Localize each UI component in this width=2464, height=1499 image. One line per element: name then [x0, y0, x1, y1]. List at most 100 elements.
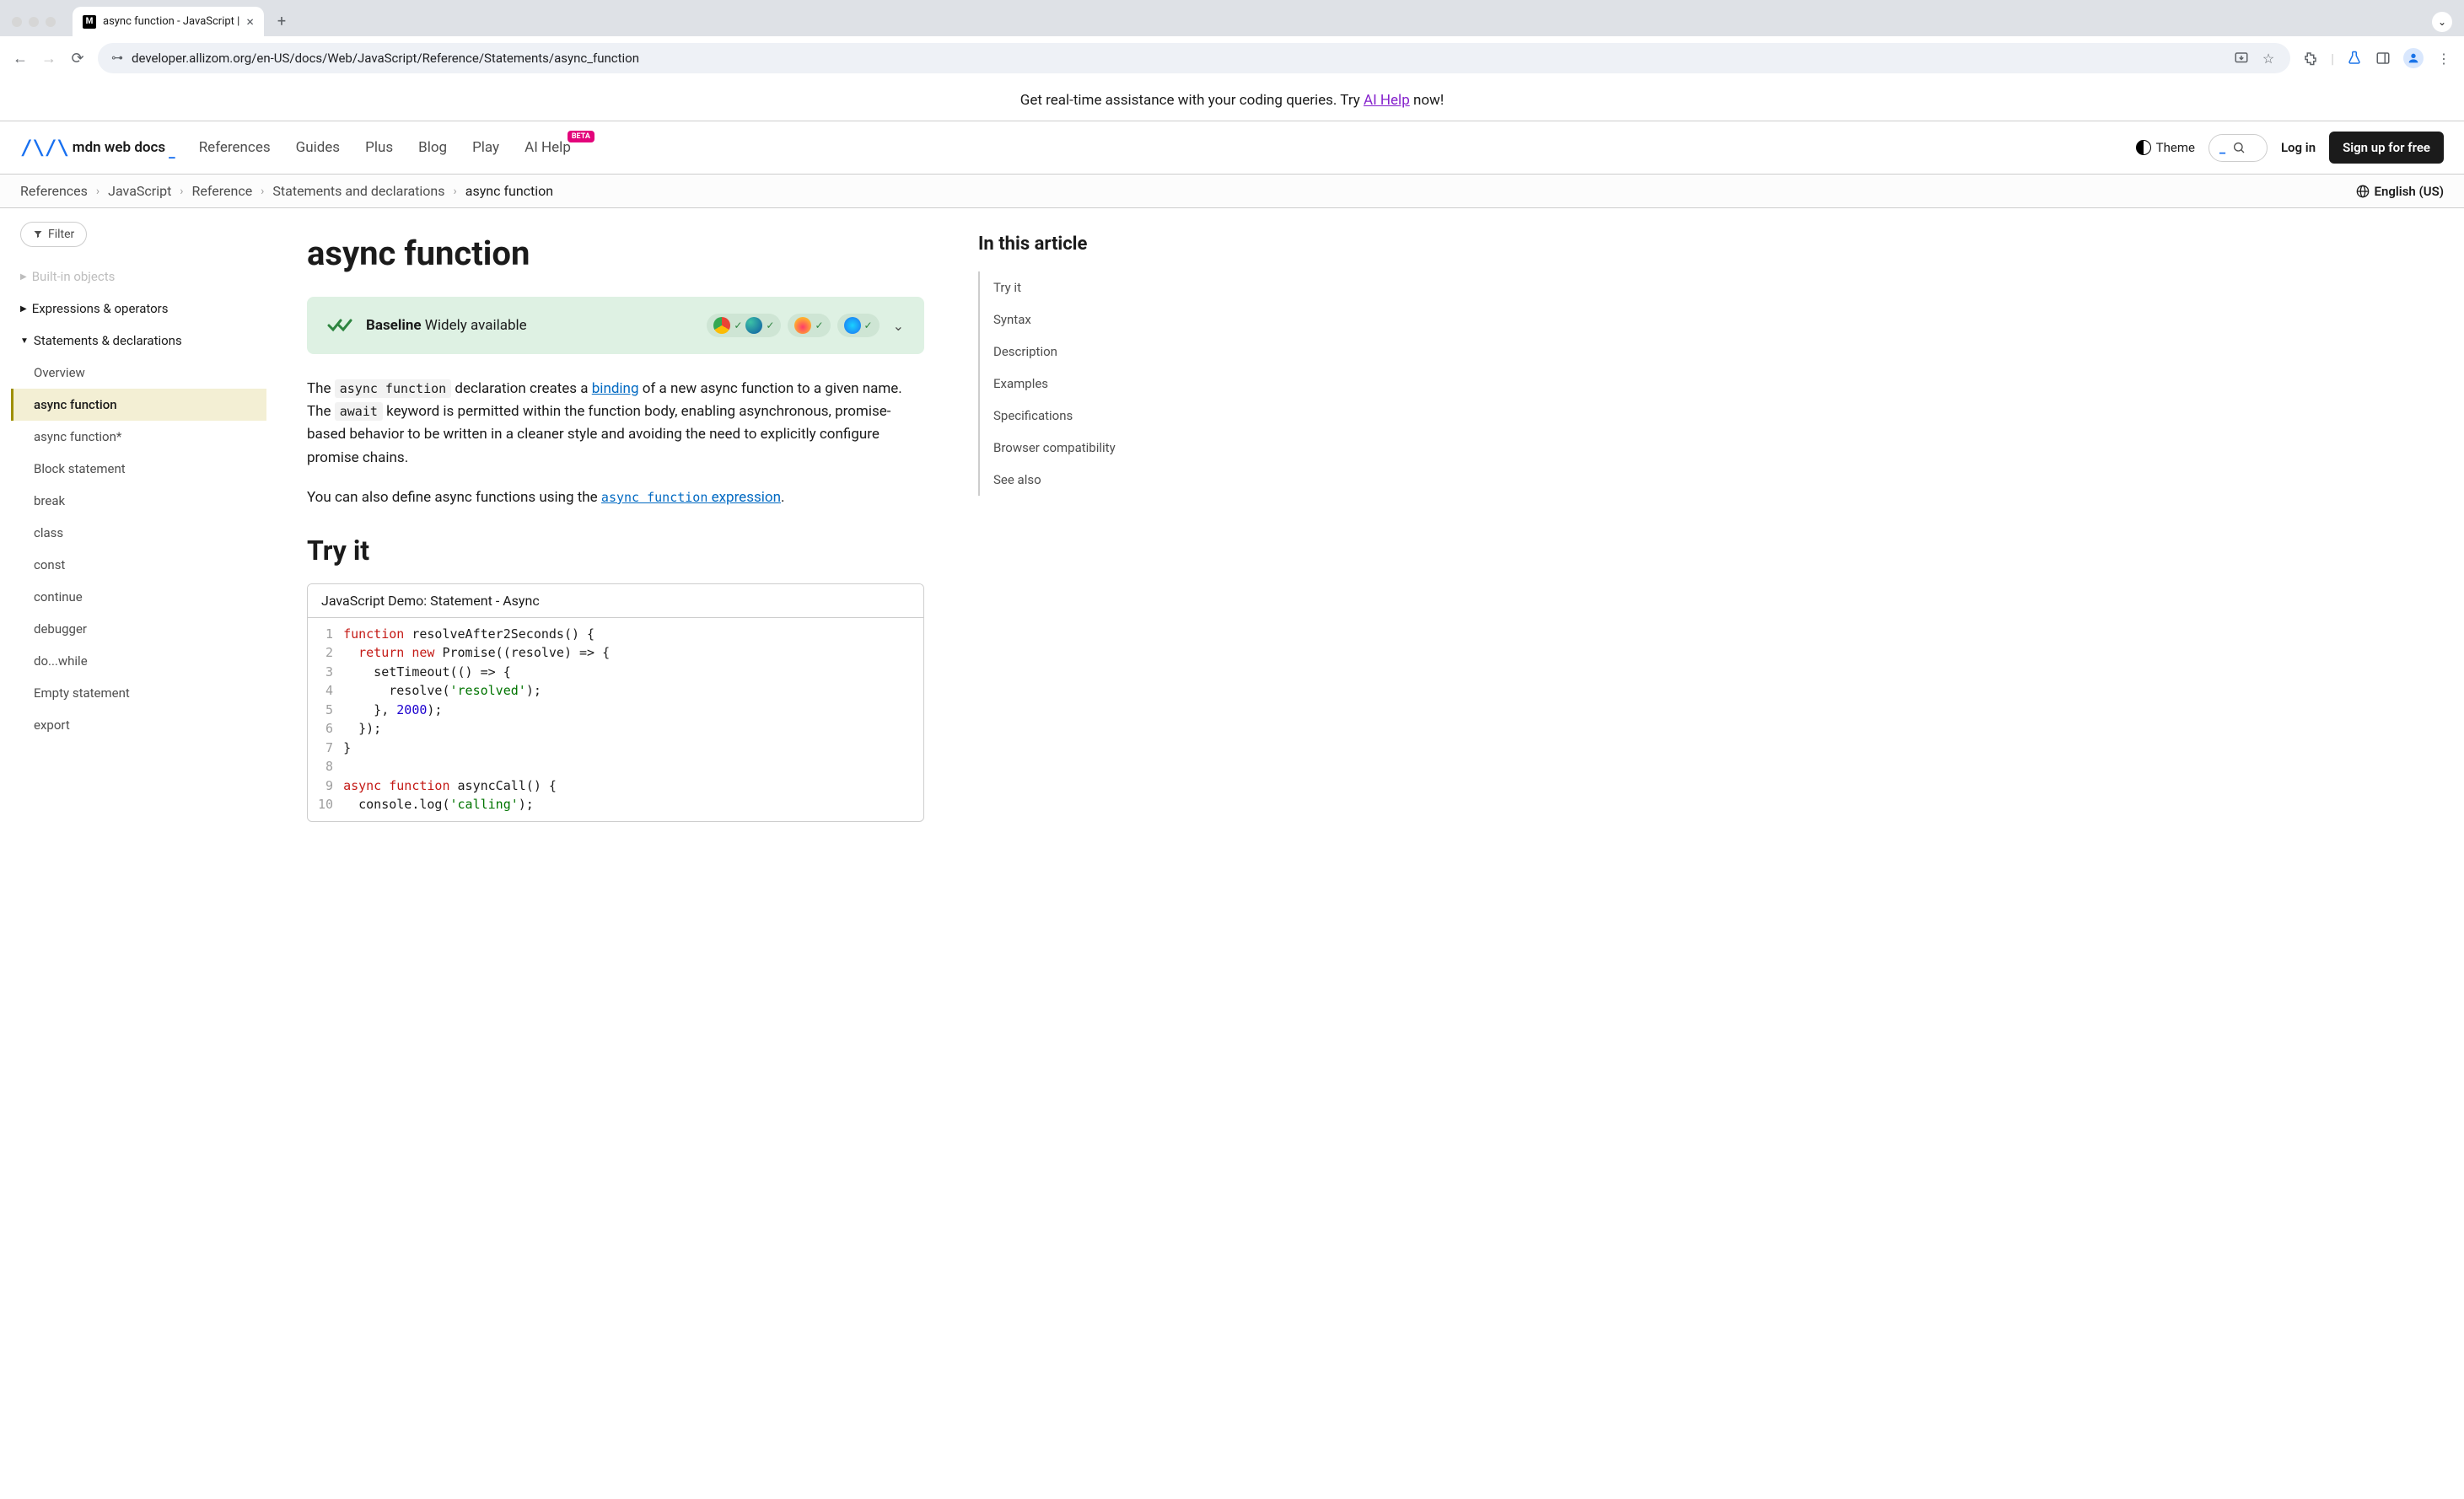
sidebar-item-overview[interactable]: Overview [20, 357, 270, 389]
toc-description[interactable]: Description [993, 336, 1181, 368]
new-tab-button[interactable]: + [271, 9, 293, 34]
chevron-right-icon: › [180, 185, 183, 198]
theme-toggle[interactable]: Theme [2136, 140, 2195, 155]
search-icon [2232, 141, 2246, 154]
chrome-menu-icon[interactable]: ⋮ [2435, 50, 2452, 67]
banner-link[interactable]: AI Help [1364, 92, 1410, 109]
check-icon: ✓ [864, 320, 873, 331]
triangle-right-icon: ▶ [20, 272, 27, 282]
mdn-logo[interactable]: /\/\ mdn web docs _ [20, 136, 175, 159]
breadcrumb-statements[interactable]: Statements and declarations [272, 183, 444, 199]
article-content: async function Baseline Widely available… [270, 208, 961, 847]
window-controls [12, 17, 56, 27]
safari-support-pill: ✓ [837, 314, 880, 337]
toc-browser-compat[interactable]: Browser compatibility [993, 432, 1181, 464]
browser-tab[interactable]: M async function - JavaScript | × [73, 7, 264, 36]
toc-tryit[interactable]: Try it [993, 271, 1181, 304]
toc-specifications[interactable]: Specifications [993, 400, 1181, 432]
tabs-dropdown-icon[interactable]: ⌄ [2432, 12, 2452, 32]
main-layout: Filter ▶ Built-in objects ▶ Expressions … [0, 208, 2464, 847]
breadcrumb-reference[interactable]: Reference [192, 183, 253, 199]
toc-see-also[interactable]: See also [993, 464, 1181, 496]
sidebar-item-debugger[interactable]: debugger [20, 613, 270, 645]
site-settings-icon[interactable]: ⊶ [111, 51, 123, 65]
mdn-logo-underscore: _ [169, 144, 175, 161]
close-window-icon[interactable] [12, 17, 22, 27]
sidebar-group-expressions[interactable]: ▶ Expressions & operators [20, 293, 270, 325]
login-link[interactable]: Log in [2281, 140, 2316, 155]
triangle-down-icon: ▼ [20, 336, 29, 346]
sidebar-item-class[interactable]: class [20, 517, 270, 549]
nav-aihelp[interactable]: AI Help BETA [525, 139, 571, 156]
intro-paragraph-2: You can also define async functions usin… [307, 486, 924, 509]
baseline-check-icon [327, 317, 354, 334]
close-tab-icon[interactable]: × [246, 13, 254, 30]
reload-button[interactable]: ⟳ [69, 50, 86, 67]
triangle-right-icon: ▶ [20, 304, 27, 314]
firefox-icon [794, 317, 811, 334]
maximize-window-icon[interactable] [46, 17, 56, 27]
breadcrumb-javascript[interactable]: JavaScript [108, 183, 171, 199]
url-text: developer.allizom.org/en-US/docs/Web/Jav… [132, 51, 2225, 66]
check-icon: ✓ [815, 320, 823, 331]
link-async-function-expression[interactable]: async function expression [601, 489, 781, 506]
side-panel-icon[interactable] [2375, 50, 2391, 67]
bookmark-icon[interactable]: ☆ [2260, 50, 2277, 67]
code-lines: function resolveAfter2Seconds() { return… [343, 625, 623, 814]
sidebar-item-do-while[interactable]: do...while [20, 645, 270, 677]
sidebar-item-empty-statement[interactable]: Empty statement [20, 677, 270, 709]
language-selector[interactable]: English (US) [2356, 184, 2444, 199]
chevron-right-icon: › [96, 185, 100, 198]
nav-guides[interactable]: Guides [296, 139, 340, 156]
chevron-down-icon[interactable]: ⌄ [893, 318, 904, 334]
tryit-heading: Try it [307, 535, 924, 567]
sidebar-item-break[interactable]: break [20, 485, 270, 517]
sidebar-item-const[interactable]: const [20, 549, 270, 581]
line-numbers: 12345678910 [308, 625, 343, 814]
mdn-logo-icon: /\/\ [20, 136, 69, 159]
extensions-icon[interactable] [2302, 50, 2319, 67]
sidebar-item-async-function-star[interactable]: async function* [20, 421, 270, 453]
toc-syntax[interactable]: Syntax [993, 304, 1181, 336]
mdn-logo-text: mdn web docs [73, 139, 165, 156]
nav-play[interactable]: Play [472, 139, 499, 156]
filter-input[interactable]: Filter [20, 222, 87, 247]
globe-icon [2356, 185, 2370, 198]
link-binding[interactable]: binding [592, 380, 639, 397]
toc-examples[interactable]: Examples [993, 368, 1181, 400]
check-icon: ✓ [734, 320, 742, 331]
theme-label: Theme [2156, 140, 2195, 155]
sidebar-item-block-statement[interactable]: Block statement [20, 453, 270, 485]
breadcrumb-current: async function [465, 183, 553, 199]
breadcrumb: References › JavaScript › Reference › St… [0, 175, 2464, 208]
search-input[interactable]: _ [2208, 134, 2268, 162]
back-button[interactable]: ← [12, 50, 29, 67]
banner-text-before: Get real-time assistance with your codin… [1020, 92, 1364, 109]
nav-plus[interactable]: Plus [365, 139, 393, 156]
url-bar[interactable]: ⊶ developer.allizom.org/en-US/docs/Web/J… [98, 43, 2290, 73]
address-bar: ← → ⟳ ⊶ developer.allizom.org/en-US/docs… [0, 36, 2464, 80]
labs-icon[interactable] [2346, 50, 2363, 67]
sidebar-item-export[interactable]: export [20, 709, 270, 741]
sidebar-group-builtin[interactable]: ▶ Built-in objects [20, 261, 270, 293]
code-await: await [335, 402, 383, 421]
breadcrumb-references[interactable]: References [20, 183, 88, 199]
forward-button[interactable]: → [40, 50, 57, 67]
install-app-icon[interactable] [2233, 50, 2250, 67]
profile-avatar[interactable] [2403, 48, 2424, 68]
nav-blog[interactable]: Blog [418, 139, 447, 156]
code-block[interactable]: 12345678910 function resolveAfter2Second… [308, 618, 923, 821]
tab-bar: M async function - JavaScript | × + ⌄ [0, 0, 2464, 36]
nav-references[interactable]: References [199, 139, 271, 156]
filter-icon [33, 229, 43, 239]
signup-button[interactable]: Sign up for free [2329, 132, 2444, 164]
header-right: Theme _ Log in Sign up for free [2136, 132, 2444, 164]
sidebar-group-statements[interactable]: ▼ Statements & declarations [20, 325, 270, 357]
sidebar-item-continue[interactable]: continue [20, 581, 270, 613]
edge-icon [745, 317, 762, 334]
firefox-support-pill: ✓ [788, 314, 830, 337]
sidebar-item-async-function[interactable]: async function [11, 389, 266, 421]
minimize-window-icon[interactable] [29, 17, 39, 27]
site-header: /\/\ mdn web docs _ References Guides Pl… [0, 121, 2464, 175]
browser-chrome: M async function - JavaScript | × + ⌄ ← … [0, 0, 2464, 80]
